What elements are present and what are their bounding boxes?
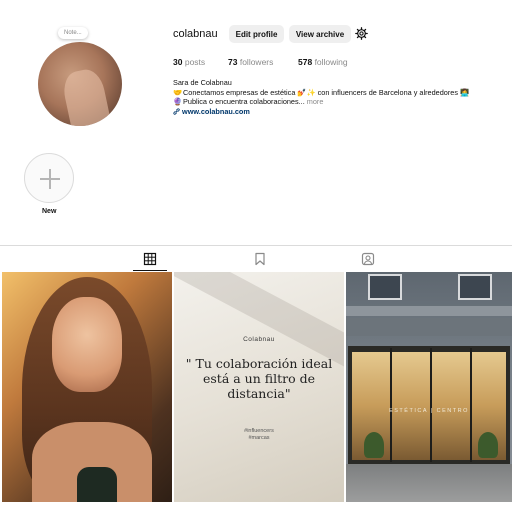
building-window	[458, 274, 492, 300]
portrait-face	[52, 297, 122, 392]
profile-username: colabnau	[173, 28, 218, 40]
post-brand: Colabnau	[243, 336, 275, 343]
new-highlight-button[interactable]	[24, 153, 74, 203]
tagged-user-icon[interactable]	[361, 252, 375, 266]
bio-name: Sara de Colabnau	[173, 78, 232, 87]
window-mullion	[470, 348, 472, 462]
bio-website[interactable]: www.colabnau.com	[173, 107, 503, 117]
post-tile[interactable]: Colabnau " Tu colaboración ideal está a …	[174, 272, 344, 502]
website-link[interactable]: www.colabnau.com	[182, 107, 250, 116]
building-cornice	[346, 306, 512, 316]
new-highlight-label: New	[42, 208, 57, 215]
edit-profile-button[interactable]: Edit profile	[229, 25, 284, 43]
stat-following[interactable]: 578 following	[298, 57, 348, 67]
avatar-photo-detail	[60, 66, 112, 126]
plant	[364, 432, 384, 458]
bio-line-2: 🔮 Publica o encuentra colaboraciones... …	[173, 97, 503, 107]
following-count: 578	[298, 57, 313, 67]
post-hashtags: #influencers #marcas	[174, 428, 344, 442]
following-label: following	[314, 57, 348, 67]
storefront-sign: ESTÉTICA | CENTRO	[389, 408, 469, 414]
followers-label: followers	[239, 57, 274, 67]
handshake-icon: 🤝	[173, 87, 183, 97]
link-icon	[173, 108, 180, 115]
tabs-divider	[0, 245, 512, 246]
profile-avatar[interactable]	[38, 42, 122, 126]
window-mullion	[390, 348, 392, 462]
stat-posts: 30 posts	[173, 57, 205, 67]
post-tile[interactable]	[2, 272, 172, 502]
bio-line-1-tail: con influencers de Barcelona y alrededor…	[317, 87, 458, 97]
woman-technologist-icon: 👩‍💻	[460, 87, 470, 97]
bio-line-1: 🤝 Conectamos empresas de estética 💅✨ con…	[173, 88, 503, 98]
note-bubble[interactable]: Note...	[58, 27, 88, 39]
plus-icon-vertical	[49, 169, 51, 189]
gear-icon[interactable]	[355, 27, 368, 40]
plant	[478, 432, 498, 458]
post-quote: " Tu colaboración ideal está a un filtro…	[185, 356, 333, 401]
active-tab-indicator	[133, 270, 167, 271]
bio-line-2-text: Publica o encuentra colaboraciones...	[183, 97, 305, 107]
posts-label: posts	[184, 57, 206, 67]
followers-count: 73	[228, 57, 238, 67]
building-window	[368, 274, 402, 300]
post-hashtag-2: #marcas	[248, 435, 270, 441]
post-tile[interactable]: ESTÉTICA | CENTRO	[346, 272, 512, 502]
posts-grid: Colabnau " Tu colaboración ideal está a …	[0, 272, 512, 512]
grid-icon[interactable]	[143, 252, 157, 266]
post-hashtag-1: #influencers	[244, 428, 274, 434]
building-frieze	[346, 318, 512, 336]
posts-count: 30	[173, 57, 183, 67]
bookmark-icon[interactable]	[253, 252, 267, 266]
stat-followers[interactable]: 73 followers	[228, 57, 273, 67]
view-archive-button[interactable]: View archive	[289, 25, 351, 43]
profile-bio: Sara de Colabnau 🤝 Conectamos empresas d…	[173, 78, 503, 116]
more-link[interactable]: more	[307, 97, 324, 106]
bio-line-1-text: Conectamos empresas de estética	[183, 87, 296, 97]
nail-sparkle-icon: 💅✨	[297, 87, 316, 97]
note-label: Note...	[64, 30, 82, 36]
portrait-top	[77, 467, 117, 502]
sidewalk	[346, 464, 512, 502]
window-mullion	[430, 348, 432, 462]
crystal-ball-icon: 🔮	[173, 97, 183, 107]
